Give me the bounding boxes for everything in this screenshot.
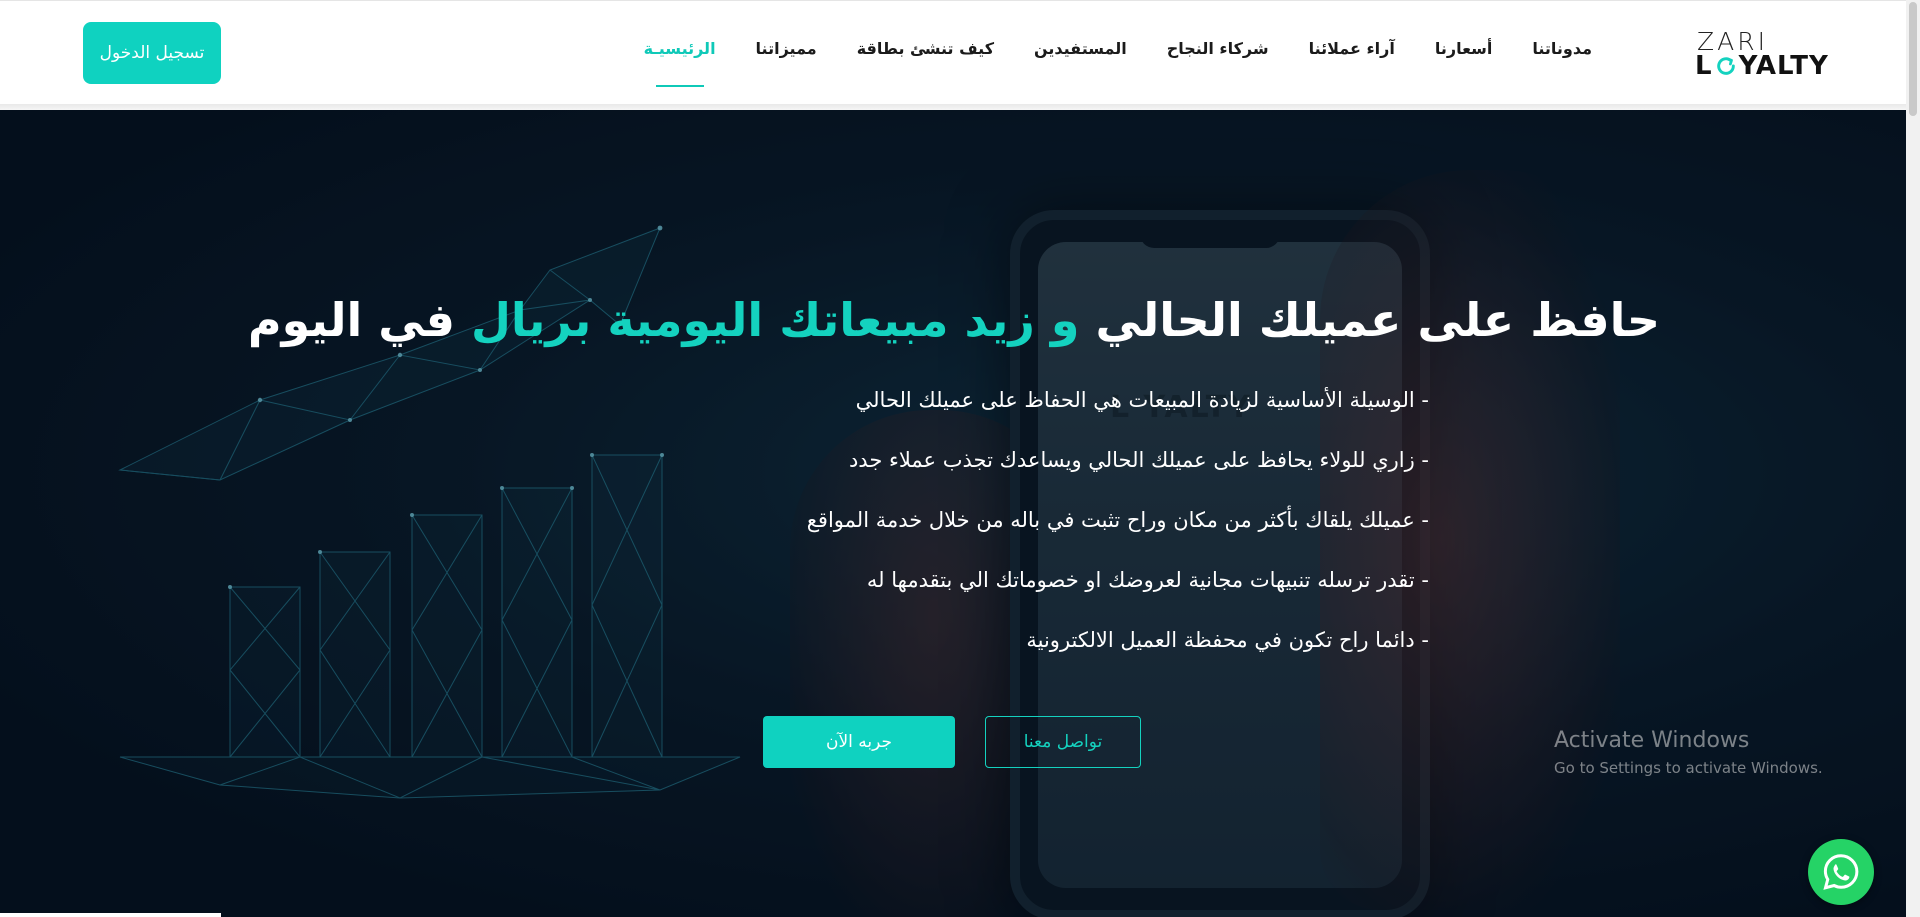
watermark-title: Activate Windows — [1554, 728, 1750, 753]
nav-partners[interactable]: شركاء النجاح — [1167, 39, 1269, 69]
whatsapp-icon — [1823, 854, 1859, 890]
contact-us-button[interactable]: تواصل معنا — [985, 716, 1141, 768]
logo-letter-l: L — [1695, 51, 1713, 81]
headline-accent: و زيد مبيعاتك اليومية بريال — [454, 292, 1096, 347]
nav-features[interactable]: مميزاتنا — [756, 39, 817, 69]
logo-letters-yalty: YALTY — [1738, 51, 1829, 81]
bullet-item: - زاري للولاء يحافظ على عميلك الحالي ويس… — [848, 448, 1429, 472]
bullet-item: - عميلك يلقاك بأكثر من مكان وراح تثبت في… — [806, 508, 1429, 532]
bottom-white-strip — [0, 913, 221, 917]
site-header: ZARI L YALTY الرئيسيـة مميزاتنا كيف تنشئ… — [0, 0, 1906, 104]
nav-beneficiaries[interactable]: المستفيدين — [1034, 39, 1127, 69]
headline-part-1: حافظ على عميلك الحالي — [1095, 292, 1660, 347]
nav-pricing[interactable]: أسعارنا — [1435, 39, 1492, 69]
bullet-item: - تقدر ترسله تنبيهات مجانية لعروضك او خص… — [866, 568, 1429, 592]
page-scrollbar[interactable] — [1906, 0, 1920, 917]
nav-testimonials[interactable]: آراء عملائنا — [1309, 39, 1395, 69]
loop-arrow-icon — [1716, 57, 1735, 75]
hero-bullet-list: - الوسيلة الأساسية لزيادة المبيعات هي ال… — [629, 385, 1429, 685]
bullet-item: - الوسيلة الأساسية لزيادة المبيعات هي ال… — [855, 388, 1429, 412]
nav-home[interactable]: الرئيسيـة — [644, 39, 716, 87]
logo[interactable]: ZARI L YALTY — [1693, 27, 1828, 81]
main-nav: الرئيسيـة مميزاتنا كيف تنشئ بطاقة المستف… — [644, 39, 1592, 87]
headline-part-2: في اليوم — [247, 292, 455, 347]
hero-section: L YALTY حافظ على عميلك الحالي و زيد مبيع… — [0, 110, 1906, 917]
try-now-button[interactable]: جربه الآن — [763, 716, 955, 768]
hero-headline: حافظ على عميلك الحالي و زيد مبيعاتك اليو… — [248, 292, 1660, 347]
whatsapp-button[interactable] — [1808, 839, 1874, 905]
bullet-item: - دائما راح تكون في محفظة العميل الالكتر… — [1026, 628, 1429, 652]
scrollbar-thumb[interactable] — [1909, 2, 1917, 116]
watermark-subtitle: Go to Settings to activate Windows. — [1554, 759, 1823, 777]
nav-blog[interactable]: مدوناتنا — [1532, 39, 1592, 69]
login-button[interactable]: تسجيل الدخول — [83, 22, 221, 84]
windows-activation-watermark: Activate Windows Go to Settings to activ… — [1554, 728, 1823, 777]
nav-how-to-create-card[interactable]: كيف تنشئ بطاقة — [857, 39, 994, 69]
logo-bottom-text: L YALTY — [1695, 51, 1829, 81]
